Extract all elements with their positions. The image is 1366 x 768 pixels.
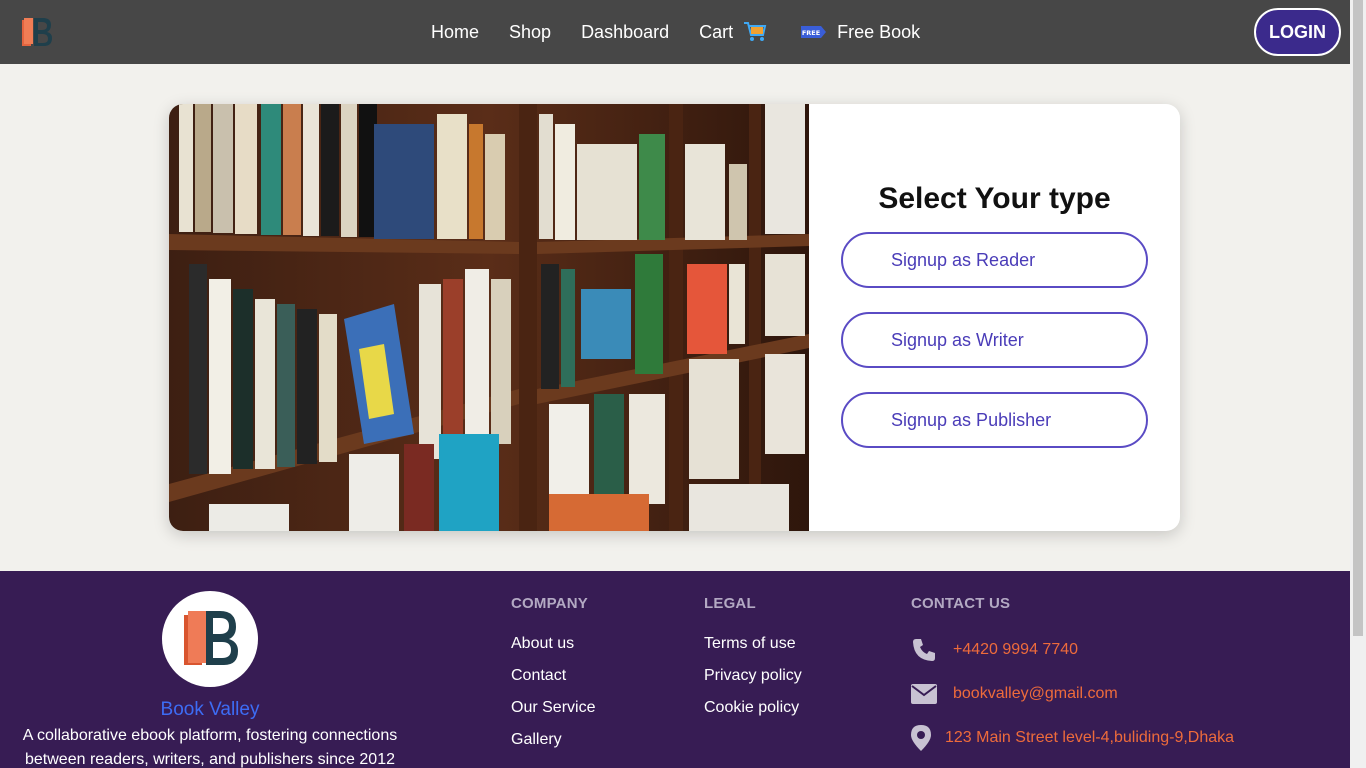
nav-cart-label: Cart <box>699 21 734 42</box>
contact-email[interactable]: bookvalley@gmail.com <box>953 685 1118 703</box>
contact-phone-row: +4420 9994 7740 <box>911 628 1234 672</box>
nav-shop-link[interactable]: Shop <box>509 22 551 43</box>
signup-panel: Select Your type Signup as Reader Signup… <box>809 104 1180 531</box>
footer-gallery-link[interactable]: Gallery <box>511 724 595 756</box>
signup-publisher-button[interactable]: Signup as Publisher <box>841 392 1148 448</box>
envelope-icon <box>911 681 937 707</box>
contact-email-row: bookvalley@gmail.com <box>911 672 1234 716</box>
footer: Book Valley A collaborative ebook platfo… <box>0 571 1350 768</box>
footer-description-line2: between readers, writers, and publishers… <box>25 751 395 768</box>
signup-card: Select Your type Signup as Reader Signup… <box>169 104 1180 531</box>
signup-writer-button[interactable]: Signup as Writer <box>841 312 1148 368</box>
footer-description-line1: A collaborative ebook platform, fosterin… <box>22 727 398 744</box>
location-pin-icon <box>911 725 931 751</box>
contact-phone[interactable]: +4420 9994 7740 <box>953 641 1078 659</box>
navbar: Home Shop Dashboard Cart FREE Free Book … <box>0 0 1350 64</box>
footer-company-heading: COMPANY <box>511 595 588 612</box>
footer-description: A collaborative ebook platform, fosterin… <box>10 724 410 768</box>
footer-contact-heading: CONTACT US <box>911 595 1011 612</box>
signup-reader-button[interactable]: Signup as Reader <box>841 232 1148 288</box>
login-button[interactable]: LOGIN <box>1254 8 1341 56</box>
contact-address-row: 123 Main Street level-4,buliding-9,Dhaka <box>911 716 1234 760</box>
nav-dashboard-link[interactable]: Dashboard <box>581 22 669 43</box>
nav-cart-link[interactable]: Cart <box>699 21 767 43</box>
book-valley-logo-icon <box>184 611 238 665</box>
footer-legal-heading: LEGAL <box>704 595 756 612</box>
footer-contact-link[interactable]: Contact <box>511 660 595 692</box>
contact-address[interactable]: 123 Main Street level-4,buliding-9,Dhaka <box>945 729 1234 747</box>
free-tag-icon: FREE <box>801 26 827 38</box>
footer-about-link[interactable]: About us <box>511 628 595 660</box>
footer-logo[interactable] <box>162 591 258 687</box>
cart-icon <box>744 22 767 41</box>
page-scrollbar[interactable] <box>1350 0 1366 768</box>
footer-terms-link[interactable]: Terms of use <box>704 628 802 660</box>
footer-legal-column: LEGAL Terms of use Privacy policy Cookie… <box>704 595 802 724</box>
footer-service-link[interactable]: Our Service <box>511 692 595 724</box>
signup-title: Select Your type <box>878 182 1111 215</box>
nav-free-book-label: Free Book <box>837 21 921 42</box>
nav-free-book-link[interactable]: FREE Free Book <box>801 22 920 43</box>
footer-cookie-link[interactable]: Cookie policy <box>704 692 802 724</box>
footer-brand-name: Book Valley <box>160 699 260 720</box>
footer-company-column: COMPANY About us Contact Our Service Gal… <box>511 595 595 756</box>
book-valley-logo[interactable] <box>20 14 54 50</box>
footer-privacy-link[interactable]: Privacy policy <box>704 660 802 692</box>
phone-icon <box>911 637 937 663</box>
scrollbar-thumb[interactable] <box>1353 0 1363 636</box>
nav-home-link[interactable]: Home <box>431 22 479 43</box>
free-tag-text: FREE <box>802 29 820 37</box>
bookshelf-image <box>169 104 809 531</box>
footer-contact-column: CONTACT US +4420 9994 7740 bookvalley@gm… <box>911 595 1234 760</box>
